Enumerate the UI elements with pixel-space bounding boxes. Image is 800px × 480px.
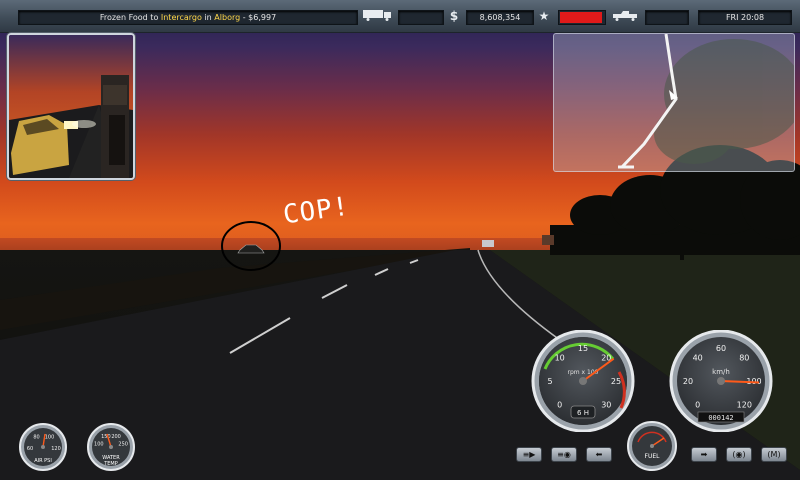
air-psi-label: AIR PSI — [34, 458, 52, 464]
distant-truck — [542, 235, 554, 245]
date-time-display: FRI 20:08 — [698, 10, 792, 25]
air-psi-gauge: 60 80 100 120 AIR PSI — [13, 422, 73, 476]
speed-unit: km/h — [712, 368, 730, 376]
mission-city: Alborg — [214, 13, 241, 22]
mission-in-text: in — [201, 13, 215, 22]
hazard-button[interactable]: (◉) — [726, 447, 752, 462]
speed-tick-label: 40 — [693, 354, 703, 363]
truck-icon — [608, 9, 642, 24]
star-icon: ★ — [538, 9, 550, 23]
air-psi-tick-label: 120 — [51, 446, 61, 452]
water-temp-tick-label: 200 — [111, 434, 121, 440]
mission-value: - $6,997 — [240, 13, 277, 22]
low-beam-button[interactable]: ≡▶ — [516, 447, 542, 462]
police-car — [237, 244, 265, 254]
tach-tick-label: 5 — [547, 377, 552, 386]
air-psi-tick-label: 100 — [45, 435, 55, 441]
speed-tick-label: 80 — [739, 354, 749, 363]
tach-tick-label: 0 — [557, 400, 562, 409]
right-signal-button[interactable]: ➡ — [691, 447, 717, 462]
truck-status-field — [645, 10, 689, 25]
speed-tick-label: 20 — [683, 377, 693, 386]
air-psi-tick-label: 60 — [27, 446, 33, 452]
water-temp-tick-label: 100 — [94, 442, 104, 448]
speed-tick-label: 120 — [737, 400, 752, 409]
distant-vehicle — [482, 240, 494, 247]
air-psi-tick-label: 80 — [33, 435, 39, 441]
high-beam-button[interactable]: ≡◉ — [551, 447, 577, 462]
tach-tick-label: 25 — [611, 377, 621, 386]
left-signal-button[interactable]: ⬅ — [586, 447, 612, 462]
cargo-field — [398, 10, 444, 25]
gear-indicator: 6 H — [577, 409, 589, 417]
fuel-label: FUEL — [645, 453, 661, 460]
dollar-icon: $ — [449, 9, 459, 23]
rear-view-mirror — [7, 33, 135, 180]
speed-tick-label: 60 — [716, 344, 726, 353]
damage-bar — [558, 10, 606, 25]
water-temp-label-line2: TEMP — [103, 461, 118, 467]
mission-company: Intercargo — [160, 13, 202, 22]
truck-trailer-icon — [361, 9, 395, 24]
water-temp-tick-label: 250 — [118, 442, 128, 448]
map-button[interactable]: (M) — [761, 447, 787, 462]
minimap — [553, 33, 795, 172]
tach-tick-label: 15 — [578, 344, 588, 353]
damage-fill — [560, 12, 602, 23]
mission-info: Frozen Food to Intercargo in Alborg - $6… — [18, 10, 358, 25]
water-temp-gauge: 100 150 200 250 WATER TEMP — [80, 422, 142, 476]
fuel-gauge: FUEL — [621, 420, 683, 476]
tach-tick-label: 30 — [601, 400, 611, 409]
speed-tick-label: 0 — [695, 400, 700, 409]
odometer: 000142 — [708, 414, 733, 422]
mission-cargo-text: Frozen Food to — [99, 13, 161, 22]
tach-tick-label: 10 — [555, 354, 565, 363]
top-status-bar: Frozen Food to Intercargo in Alborg - $6… — [0, 0, 800, 33]
money-display: 8,608,354 — [466, 10, 534, 25]
